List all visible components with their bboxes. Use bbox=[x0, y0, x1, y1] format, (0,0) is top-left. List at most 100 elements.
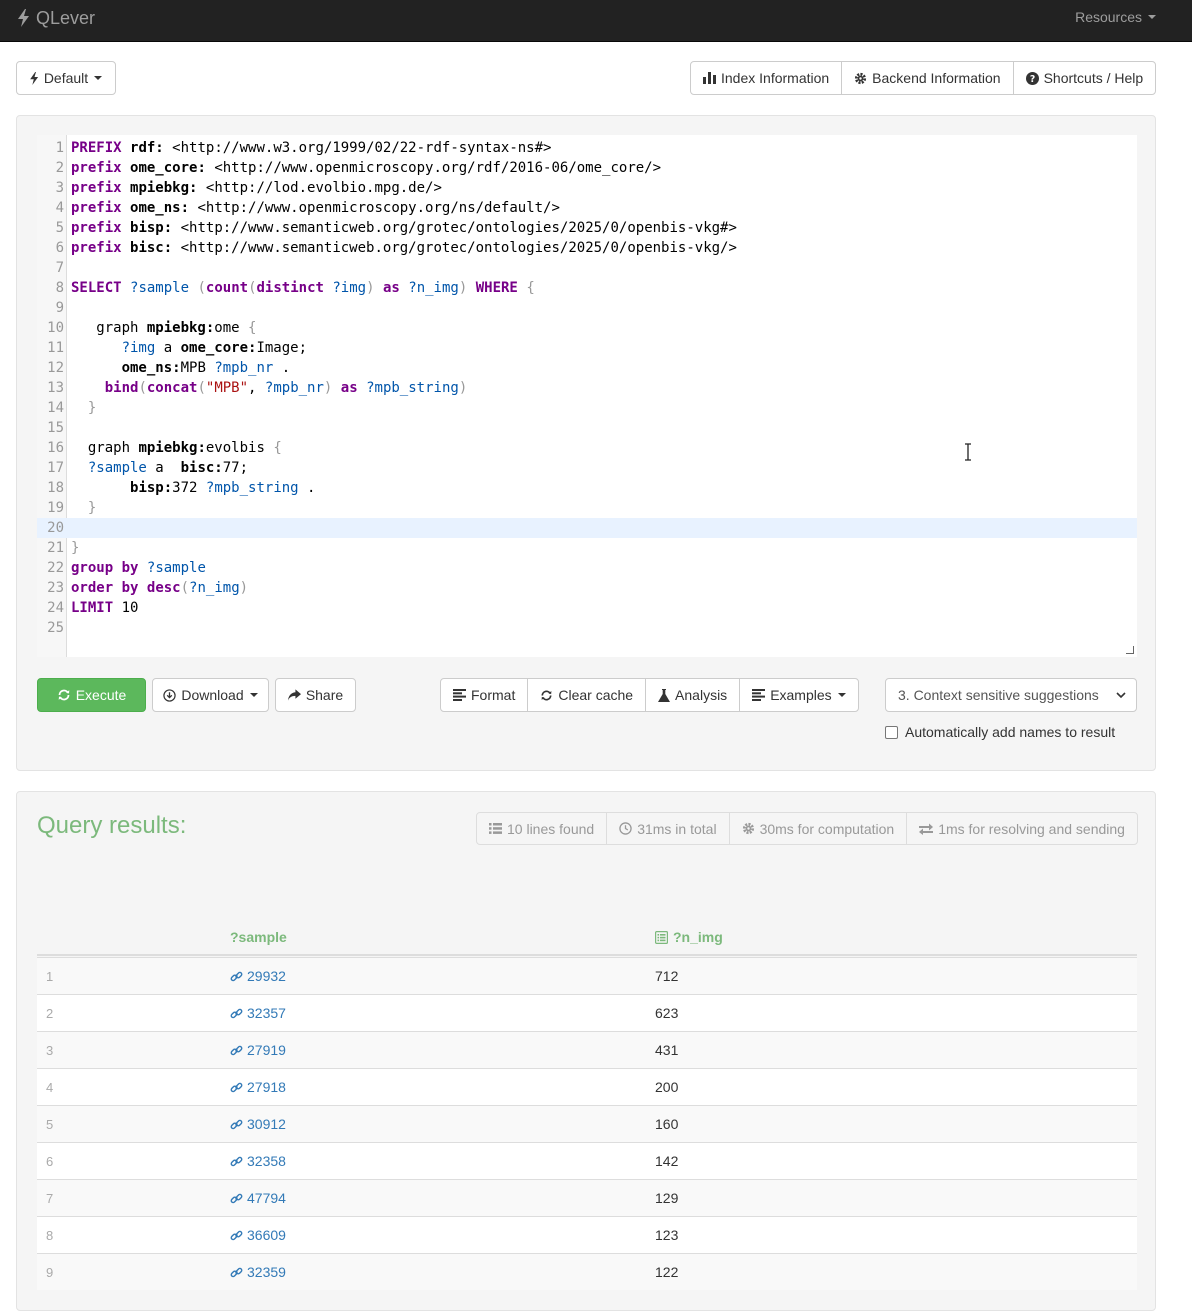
code-line[interactable]: 15 bbox=[37, 418, 1137, 438]
code-line[interactable]: 12 ome_ns:MPB ?mpb_nr . bbox=[37, 358, 1137, 378]
code-line[interactable]: 21} bbox=[37, 538, 1137, 558]
analysis-button[interactable]: Analysis bbox=[645, 678, 741, 712]
clock-icon bbox=[619, 822, 632, 835]
suggestions-selected-value: 3. Context sensitive suggestions bbox=[898, 687, 1099, 703]
sample-value: 30912 bbox=[247, 1116, 286, 1132]
table-header: ?sample ?n_img bbox=[37, 918, 1137, 956]
n-img-value: 200 bbox=[655, 1079, 679, 1095]
sample-value: 32357 bbox=[247, 1005, 286, 1021]
format-label: Format bbox=[471, 687, 516, 703]
query-panel: 1 PREFIX rdf: <http://www.w3.org/1999/02/… bbox=[16, 115, 1156, 771]
code-line[interactable]: 13 bind(concat("MPB", ?mpb_nr) as ?mpb_s… bbox=[37, 378, 1137, 398]
code-line[interactable]: 20 bbox=[37, 518, 1137, 538]
refresh-icon bbox=[58, 689, 70, 701]
line-number: 11 bbox=[47, 340, 64, 356]
resize-handle[interactable] bbox=[1126, 646, 1134, 654]
code-line[interactable]: 22 group by ?sample bbox=[37, 558, 1137, 578]
table-row: 2 32357 623 bbox=[37, 994, 1137, 1031]
sample-link[interactable]: 32358 bbox=[230, 1153, 286, 1169]
link-icon bbox=[230, 1230, 243, 1240]
code-line[interactable]: 5 prefix bisp: <http://www.semanticweb.or… bbox=[37, 218, 1137, 238]
backend-dropdown[interactable]: Default bbox=[16, 61, 116, 95]
code-line[interactable]: 9 bbox=[37, 298, 1137, 318]
auto-names-checkbox[interactable] bbox=[885, 725, 898, 739]
backend-information-label: Backend Information bbox=[872, 70, 1001, 86]
code-line[interactable]: 17 ?sample a bisc:77; bbox=[37, 458, 1137, 478]
lines-found-text: 10 lines found bbox=[507, 820, 595, 837]
code-line[interactable]: 19 } bbox=[37, 498, 1137, 518]
examples-label: Examples bbox=[770, 687, 832, 703]
code-line[interactable]: 10 graph mpiebkg:ome { bbox=[37, 318, 1137, 338]
stat-lines-found: 10 lines found bbox=[476, 812, 608, 845]
sample-link[interactable]: 29932 bbox=[230, 968, 286, 984]
line-number: 7 bbox=[55, 260, 64, 276]
code-line[interactable]: 25 bbox=[37, 618, 1137, 638]
format-button[interactable]: Format bbox=[440, 678, 529, 712]
table-row: 9 32359 122 bbox=[37, 1253, 1137, 1290]
code-line[interactable]: 6 prefix bisc: <http://www.semanticweb.or… bbox=[37, 238, 1137, 258]
row-index: 9 bbox=[46, 1265, 54, 1280]
n-img-value: 160 bbox=[655, 1116, 679, 1132]
sample-link[interactable]: 32357 bbox=[230, 1005, 286, 1021]
refresh-icon bbox=[541, 690, 552, 700]
column-header-n-img[interactable]: ?n_img bbox=[655, 929, 723, 945]
code-line[interactable]: 18 bisp:372 ?mpb_string . bbox=[37, 478, 1137, 498]
code-line[interactable]: 4 prefix ome_ns: <http://www.openmicrosco… bbox=[37, 198, 1137, 218]
query-editor[interactable]: 1 PREFIX rdf: <http://www.w3.org/1999/02/… bbox=[37, 135, 1137, 657]
sample-value: 32359 bbox=[247, 1264, 286, 1280]
code-line[interactable]: 11 ?img a ome_core:Image; bbox=[37, 338, 1137, 358]
sample-link[interactable]: 36609 bbox=[230, 1227, 286, 1243]
table-row: 7 47794 129 bbox=[37, 1179, 1137, 1216]
line-number: 14 bbox=[47, 400, 64, 416]
svg-text:?: ? bbox=[1029, 74, 1034, 85]
sample-link[interactable]: 27919 bbox=[230, 1042, 286, 1058]
results-panel: Query results: 10 lines found 31ms in to… bbox=[16, 791, 1156, 1311]
line-number: 4 bbox=[55, 200, 64, 216]
analysis-label: Analysis bbox=[675, 687, 728, 703]
sample-link[interactable]: 32359 bbox=[230, 1264, 286, 1280]
link-icon bbox=[230, 1193, 243, 1203]
line-number: 6 bbox=[55, 240, 64, 256]
caret-down-icon bbox=[1148, 15, 1156, 19]
column-header-sample[interactable]: ?sample bbox=[230, 929, 287, 945]
line-number: 24 bbox=[47, 600, 64, 616]
shortcuts-help-button[interactable]: ? Shortcuts / Help bbox=[1012, 61, 1157, 95]
download-dropdown[interactable]: Download bbox=[152, 678, 269, 712]
sample-value: 27918 bbox=[247, 1079, 286, 1095]
sample-link[interactable]: 27918 bbox=[230, 1079, 286, 1095]
code-line[interactable]: 7 bbox=[37, 258, 1137, 278]
execute-button[interactable]: Execute bbox=[37, 678, 146, 712]
code-line[interactable]: 3 prefix mpiebkg: <http://lod.evolbio.mpg… bbox=[37, 178, 1137, 198]
line-number: 21 bbox=[47, 540, 64, 556]
code-line[interactable]: 14 } bbox=[37, 398, 1137, 418]
code-text: } bbox=[71, 540, 80, 556]
sample-link[interactable]: 30912 bbox=[230, 1116, 286, 1132]
code-line[interactable]: 23 order by desc(?n_img) bbox=[37, 578, 1137, 598]
code-line[interactable]: 2 prefix ome_core: <http://www.openmicros… bbox=[37, 158, 1137, 178]
backend-information-button[interactable]: Backend Information bbox=[841, 61, 1014, 95]
brand[interactable]: QLever bbox=[18, 7, 95, 29]
bolt-icon bbox=[29, 71, 38, 85]
row-index: 1 bbox=[46, 969, 54, 984]
n-img-value: 129 bbox=[655, 1190, 679, 1206]
resources-menu[interactable]: Resources bbox=[1075, 9, 1156, 25]
code-text: bind(concat("MPB", ?mpb_nr) as ?mpb_stri… bbox=[104, 380, 468, 396]
sample-link[interactable]: 47794 bbox=[230, 1190, 286, 1206]
transfer-icon bbox=[919, 823, 934, 835]
code-line[interactable]: 8 SELECT ?sample (count(distinct ?img) as… bbox=[37, 278, 1137, 298]
brand-label: QLever bbox=[36, 7, 96, 28]
row-index: 4 bbox=[46, 1080, 54, 1095]
stat-total-time: 31ms in total bbox=[606, 812, 730, 845]
code-line[interactable]: 1 PREFIX rdf: <http://www.w3.org/1999/02/… bbox=[37, 138, 1137, 158]
list-icon bbox=[752, 689, 766, 701]
clear-cache-button[interactable]: Clear cache bbox=[527, 678, 647, 712]
share-button[interactable]: Share bbox=[275, 678, 356, 712]
result-stats: 10 lines found 31ms in total 30ms for co… bbox=[476, 812, 1138, 845]
examples-dropdown[interactable]: Examples bbox=[739, 678, 859, 712]
index-information-button[interactable]: Index Information bbox=[690, 61, 843, 95]
stat-resolve-time: 1ms for resolving and sending bbox=[906, 812, 1138, 845]
line-number: 25 bbox=[47, 620, 64, 636]
code-line[interactable]: 16 graph mpiebkg:evolbis { bbox=[37, 438, 1137, 458]
code-line[interactable]: 24 LIMIT 10 bbox=[37, 598, 1137, 618]
suggestions-select[interactable]: 3. Context sensitive suggestions bbox=[885, 678, 1137, 712]
